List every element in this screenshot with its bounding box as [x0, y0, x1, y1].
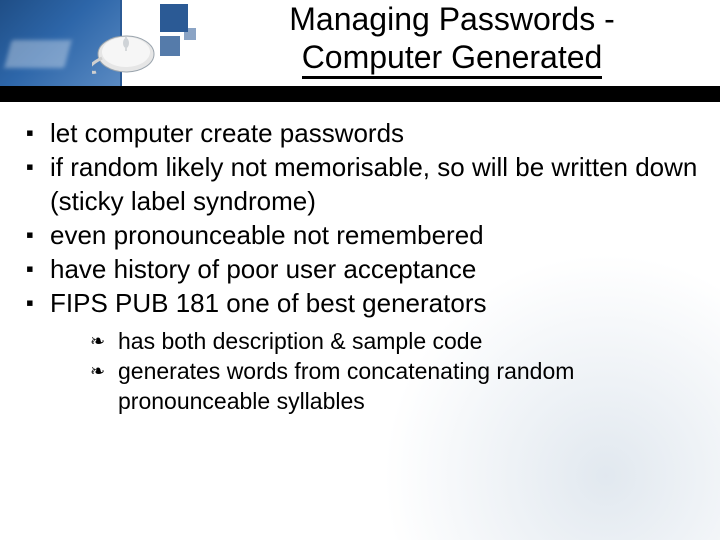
- list-item: if random likely not memorisable, so wil…: [22, 150, 702, 218]
- bullet-text: even pronounceable not remembered: [50, 220, 484, 250]
- slide-title: Managing Passwords - Computer Generated: [202, 0, 702, 79]
- bullet-text: has both description & sample code: [118, 328, 482, 354]
- list-item: let computer create passwords: [22, 116, 702, 150]
- title-line-2: Computer Generated: [302, 38, 603, 79]
- slide: Managing Passwords - Computer Generated …: [0, 0, 720, 540]
- bullet-text: FIPS PUB 181 one of best generators: [50, 288, 486, 318]
- list-item: even pronounceable not remembered: [22, 218, 702, 252]
- list-item: FIPS PUB 181 one of best generators has …: [22, 286, 702, 416]
- bullet-text: generates words from concatenating rando…: [118, 358, 574, 414]
- mouse-icon: [92, 28, 160, 76]
- list-item: have history of poor user acceptance: [22, 252, 702, 286]
- decoration-square: [160, 36, 180, 56]
- list-item: generates words from concatenating rando…: [90, 356, 702, 416]
- decoration-square: [184, 28, 196, 40]
- header-divider: [0, 86, 720, 102]
- list-item: has both description & sample code: [90, 326, 702, 356]
- bullet-text: have history of poor user acceptance: [50, 254, 476, 284]
- header: Managing Passwords - Computer Generated: [0, 0, 720, 106]
- sub-bullet-list: has both description & sample code gener…: [90, 326, 702, 416]
- title-line-1: Managing Passwords -: [289, 1, 614, 37]
- bullet-text: let computer create passwords: [50, 118, 404, 148]
- content: let computer create passwords if random …: [22, 116, 702, 416]
- bullet-list: let computer create passwords if random …: [22, 116, 702, 416]
- bullet-text: if random likely not memorisable, so wil…: [50, 152, 697, 216]
